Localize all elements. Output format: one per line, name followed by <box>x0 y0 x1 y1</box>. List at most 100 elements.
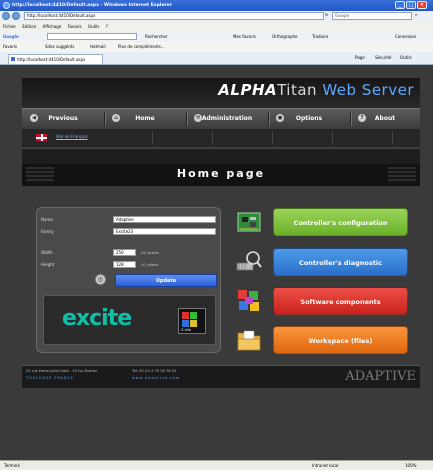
chip-square <box>190 320 197 327</box>
minimize-button[interactable]: _ <box>395 1 405 9</box>
width-unit: (X) pixels <box>141 250 159 255</box>
height-unit: (Y) pixels <box>141 262 159 267</box>
main-nav: ◀ Previous ⌂ Home ⚒ Administration ● Opt… <box>22 108 420 130</box>
tab-label: http://localhost:4410/Default.aspx <box>17 57 86 62</box>
tools-icon: ⚒ <box>194 114 202 122</box>
google-search-input[interactable] <box>47 33 137 40</box>
folder-icon[interactable] <box>235 327 263 353</box>
height-label: Height <box>41 262 55 267</box>
close-button[interactable]: × <box>417 1 427 9</box>
nav-home-label: Home <box>135 115 155 122</box>
maximize-button[interactable]: □ <box>406 1 416 9</box>
workspace-files-button[interactable]: Workspace (files) <box>273 326 408 354</box>
decorative-stripes <box>388 167 416 183</box>
nav-divider <box>186 112 188 126</box>
back-icon[interactable] <box>2 12 10 20</box>
circuit-board-icon[interactable] <box>235 209 263 235</box>
brand-webserver: Web Server <box>317 81 414 99</box>
nav-administration-label: Administration <box>201 115 253 122</box>
width-field[interactable]: 250 <box>113 249 136 256</box>
fav-hotmail[interactable]: Hotmail <box>90 42 106 52</box>
browser-tab[interactable]: http://localhost:4410/Default.aspx <box>8 54 103 64</box>
question-icon: ? <box>358 114 366 122</box>
refresh-icon[interactable]: ↻ <box>325 12 328 17</box>
footer-web[interactable]: www.adaptive.com <box>132 376 180 380</box>
nav-divider <box>350 112 352 126</box>
search-icon[interactable]: ⌕ <box>415 12 417 17</box>
nav-options[interactable]: ● Options <box>272 112 346 125</box>
nav-divider <box>104 112 106 126</box>
menu-bar: Fichier Edition Affichage Favoris Outils… <box>0 22 433 31</box>
menu-view[interactable]: Affichage <box>42 24 61 29</box>
update-button[interactable]: Update <box>115 274 217 287</box>
family-label: Family <box>41 229 54 234</box>
family-field[interactable]: Excite23 <box>113 228 216 235</box>
brand-titan: Titan <box>277 81 318 99</box>
google-search-button[interactable]: Rechercher <box>145 31 168 42</box>
footer-tagline: TOULOUSE FRANCE <box>26 376 75 380</box>
window-title: http://localhost:4410/Default.aspx - Win… <box>12 3 173 8</box>
diagnostic-icon[interactable] <box>235 249 263 275</box>
cell-divider <box>152 131 153 145</box>
browser-search-input[interactable]: Google <box>332 12 412 20</box>
spacer-row <box>22 148 420 165</box>
google-logo: Google <box>3 34 19 39</box>
height-field[interactable]: 128 <box>113 261 136 268</box>
controller-configuration-button[interactable]: Controller's configuration <box>273 208 408 236</box>
excite-logo: excite <box>62 306 132 331</box>
tab-bar: http://localhost:4410/Default.aspx Page … <box>0 52 433 65</box>
window-titlebar: http://localhost:4410/Default.aspx - Win… <box>0 0 433 11</box>
software-components-button[interactable]: Software components <box>273 287 408 315</box>
menu-tools[interactable]: Outils <box>88 24 100 29</box>
uk-flag-icon[interactable] <box>36 134 47 141</box>
software-components-icon[interactable] <box>235 287 263 313</box>
google-signin-button[interactable]: Connexion <box>395 31 416 42</box>
chip-square <box>182 312 189 319</box>
chip-square <box>182 320 189 327</box>
nav-home[interactable]: ⌂ Home <box>108 112 182 125</box>
nav-previous-label: Previous <box>48 115 78 122</box>
page-title: Home page <box>176 167 266 180</box>
fav-addons[interactable]: Plus de compléments... <box>118 42 165 52</box>
tools-menu[interactable]: Outils <box>400 52 412 64</box>
menu-edit[interactable]: Edition <box>22 24 36 29</box>
google-bookmarks-button[interactable]: Mes favoris <box>233 31 256 42</box>
security-menu[interactable]: Sécurité <box>375 52 392 64</box>
page-title-bar: Home page <box>22 164 420 186</box>
controller-chip-icon: Z-Lite <box>178 308 206 334</box>
ie-logo-icon <box>3 2 10 9</box>
forward-icon[interactable] <box>12 12 20 20</box>
cell-divider <box>392 131 393 145</box>
favorites-button[interactable]: Favoris <box>3 42 17 52</box>
controller-diagnostic-button[interactable]: Controller's diagnostic <box>273 248 408 276</box>
page-favicon-icon <box>11 57 15 61</box>
nav-previous[interactable]: ◀ Previous <box>26 112 100 125</box>
options-icon: ● <box>276 114 284 122</box>
name-field[interactable]: Adaptive <box>113 216 216 223</box>
brand-logo: ALPHATitan Web Server <box>218 81 414 99</box>
url-input[interactable]: http://localhost:4410/Default.aspx <box>24 12 324 20</box>
page-menu[interactable]: Page <box>355 52 365 64</box>
nav-about[interactable]: ? About <box>354 112 416 125</box>
nav-administration[interactable]: ⚒ Administration <box>190 112 264 125</box>
fav-suggested-sites[interactable]: Sites suggérés <box>45 42 74 52</box>
menu-favorites[interactable]: Favoris <box>68 24 82 29</box>
language-link[interactable]: Voir en Français <box>56 134 88 139</box>
controller-info-panel: Name Adaptive Family Excite23 Width 250 … <box>36 207 221 353</box>
footer-phone: Tel: 33 (0) 4 79 26 76 00 <box>132 369 177 373</box>
nav-options-label: Options <box>295 115 323 122</box>
chip-square <box>190 312 197 319</box>
arrow-left-icon: ◀ <box>30 114 38 122</box>
menu-help[interactable]: ? <box>106 24 108 29</box>
nav-divider <box>268 112 270 126</box>
nav-about-label: About <box>374 115 396 122</box>
adaptive-logo: ADAPTIVE <box>345 369 416 384</box>
cell-divider <box>212 131 213 145</box>
gear-icon[interactable]: ⚙ <box>95 274 106 285</box>
google-translate-button[interactable]: Traduire <box>312 31 328 42</box>
menu-file[interactable]: Fichier <box>3 24 16 29</box>
site-header: ALPHATitan Web Server <box>22 78 420 108</box>
language-row: Voir en Français <box>22 129 420 147</box>
brand-alpha: ALPHA <box>218 81 278 99</box>
google-spellcheck-button[interactable]: Orthographe <box>272 31 298 42</box>
